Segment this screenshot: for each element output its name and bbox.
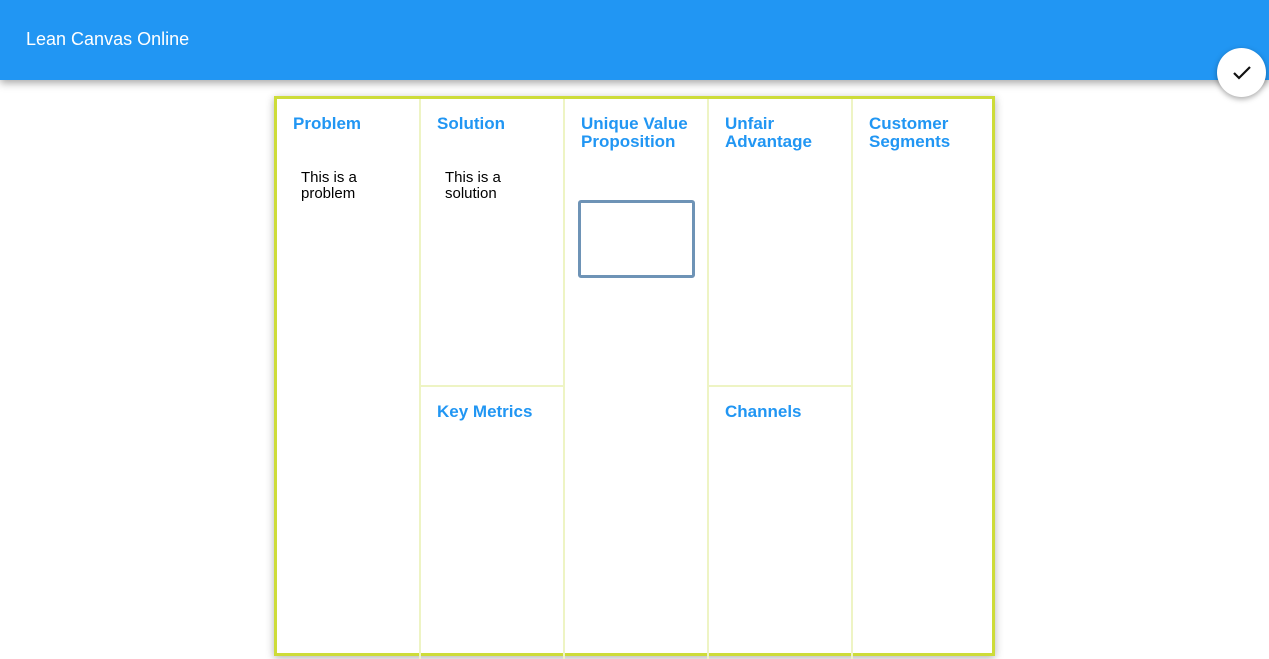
uvp-title: Unique Value Proposition (581, 114, 688, 151)
problem-cell[interactable]: Problem This is a problem (277, 99, 421, 659)
key-metrics-cell[interactable]: Key Metrics (421, 387, 565, 659)
solution-cell[interactable]: Solution This is a solution (421, 99, 565, 387)
channels-cell[interactable]: Channels (709, 387, 853, 659)
key-metrics-title: Key Metrics (437, 402, 533, 421)
solution-note[interactable]: This is a solution (445, 170, 545, 202)
unfair-advantage-title: Unfair Advantage (725, 114, 812, 151)
solution-title: Solution (437, 114, 505, 133)
confirm-button[interactable] (1217, 48, 1266, 97)
unfair-advantage-cell[interactable]: Unfair Advantage (709, 99, 853, 387)
uvp-cell[interactable]: Unique Value Proposition (565, 99, 709, 659)
uvp-input[interactable] (578, 200, 695, 278)
lean-canvas: Problem This is a problem Solution This … (274, 96, 995, 659)
customer-segments-title: Customer Segments (869, 114, 951, 151)
app-title: Lean Canvas Online (26, 29, 190, 49)
problem-title: Problem (293, 114, 362, 133)
app-bar: Lean Canvas Online (0, 0, 1269, 80)
channels-title: Channels (725, 402, 802, 421)
check-icon (1232, 65, 1251, 80)
problem-note[interactable]: This is a problem (301, 170, 401, 202)
customer-segments-cell[interactable]: Customer Segments (853, 99, 992, 659)
